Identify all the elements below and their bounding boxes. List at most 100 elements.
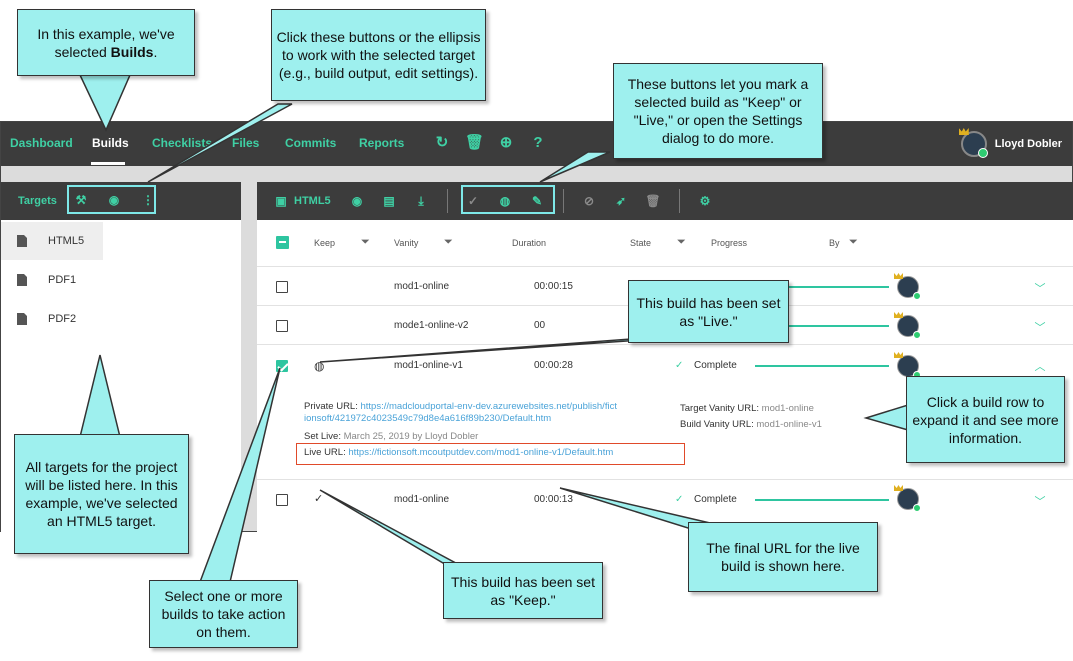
row-duration: 00:00:15 xyxy=(534,281,573,292)
target-item-pdf1[interactable]: PDF1 xyxy=(1,261,241,299)
rocket-icon[interactable]: ➶ xyxy=(613,193,629,209)
target-item-pdf2[interactable]: PDF2 xyxy=(1,300,241,338)
select-all-checkbox[interactable] xyxy=(276,236,289,249)
progress-bar xyxy=(755,365,889,367)
nav-checklists[interactable]: Checklists xyxy=(152,136,212,150)
filter-icon[interactable]: ⏷ xyxy=(444,236,457,248)
row-duration: 00:00:13 xyxy=(534,494,573,505)
col-by: By xyxy=(829,238,840,248)
private-url-link[interactable]: ionsoft/421972c4023549c79d8e4a616f89b230… xyxy=(304,413,551,424)
nav-files[interactable]: Files xyxy=(232,136,259,150)
callout-expand-row: Click a build row to expand it and see m… xyxy=(906,376,1065,463)
check-icon[interactable]: ✓ xyxy=(465,193,481,209)
callout-text: In this example, we've xyxy=(37,25,175,42)
filter-icon[interactable]: ⏷ xyxy=(677,236,690,248)
toolbar-divider xyxy=(563,189,564,213)
user-name: Lloyd Dobler xyxy=(994,138,1062,150)
private-url-link[interactable]: https://madcloudportal-env-dev.azurewebs… xyxy=(361,401,617,412)
avatar xyxy=(894,352,921,379)
callout-text: The final URL for the live build is show… xyxy=(706,540,860,574)
globe-icon[interactable]: ◍ xyxy=(497,193,513,209)
settings-icon[interactable]: ⚙ xyxy=(697,193,713,209)
nav-active-indicator xyxy=(91,162,125,165)
targets-title: Targets xyxy=(18,195,57,207)
set-live-value: March 25, 2019 by Lloyd Dobler xyxy=(343,431,479,442)
callout-text: Select one or more builds to take action… xyxy=(161,588,286,640)
row-checkbox[interactable] xyxy=(276,281,288,293)
target-name: PDF2 xyxy=(48,313,77,325)
trash-icon[interactable]: 🗑 xyxy=(465,134,484,152)
avatar xyxy=(894,273,921,300)
download-icon[interactable]: ⤓ xyxy=(413,193,429,209)
callout-text: Click these buttons or the ellipsis to w… xyxy=(276,29,481,81)
chevron-down-icon[interactable]: ﹀ xyxy=(1033,280,1047,295)
check-icon: ✓ xyxy=(314,493,324,505)
toolbar-divider xyxy=(447,189,448,213)
row-state: Complete xyxy=(694,494,737,505)
builds-toolbar: ▣ HTML5 ◉ ▤ ⤓ ✓ ◍ ✎ ⊘ ➶ 🗑 ⚙ xyxy=(257,182,1073,220)
live-url-highlight xyxy=(296,443,685,465)
eye-icon[interactable]: ◉ xyxy=(107,193,121,207)
callout-keep-live-buttons: These buttons let you mark a selected bu… xyxy=(613,63,823,159)
chevron-down-icon[interactable]: ﹀ xyxy=(1033,493,1047,508)
toolbar-divider xyxy=(679,189,680,213)
col-duration: Duration xyxy=(512,238,547,248)
callout-live-set: This build has been set as "Live." xyxy=(628,280,789,343)
nav-commits[interactable]: Commits xyxy=(285,136,336,150)
row-state: Complete xyxy=(694,360,737,371)
progress-bar xyxy=(755,499,889,501)
cancel-icon[interactable]: ⊘ xyxy=(581,193,597,209)
col-state: State xyxy=(630,238,652,248)
pencil-icon[interactable]: ✎ xyxy=(529,193,545,209)
pdf-icon xyxy=(17,313,27,325)
build-icon[interactable]: ⚒ xyxy=(74,193,88,207)
filter-icon[interactable]: ⏷ xyxy=(361,236,374,248)
callout-builds-selected: In this example, we've selected Builds. xyxy=(17,9,195,76)
target-name: HTML5 xyxy=(48,235,85,247)
filter-icon[interactable]: ⏷ xyxy=(849,236,862,248)
chevron-down-icon[interactable]: ﹀ xyxy=(1033,319,1047,334)
row-checkbox[interactable] xyxy=(276,320,288,332)
private-url-label: Private URL: xyxy=(304,401,358,412)
user-menu[interactable]: Lloyd Dobler xyxy=(958,128,1062,158)
chevron-up-icon[interactable]: ︿ xyxy=(1033,358,1047,373)
callout-select-builds: Select one or more builds to take action… xyxy=(149,580,298,648)
table-row[interactable]: ✓ mod1-online 00:00:13 ✓ Complete ﹀ xyxy=(257,479,1073,518)
build-details-right: Target Vanity URL: mod1-online Build Van… xyxy=(680,401,822,433)
html5-icon: ▣ xyxy=(275,194,287,208)
trash-icon[interactable]: 🗑 xyxy=(645,193,661,209)
callout-final-url: The final URL for the live build is show… xyxy=(688,522,878,592)
avatar xyxy=(958,128,988,158)
help-icon[interactable]: ? xyxy=(529,134,547,152)
row-vanity: mod1-online xyxy=(394,281,450,292)
nav-reports[interactable]: Reports xyxy=(359,136,404,150)
builds-panel: ▣ HTML5 ◉ ▤ ⤓ ✓ ◍ ✎ ⊘ ➶ 🗑 ⚙ Keep ⏷ Vanit… xyxy=(257,182,1073,532)
target-vanity-label: Target Vanity URL: xyxy=(680,403,760,414)
col-keep: Keep xyxy=(314,238,336,248)
ellipsis-icon[interactable]: ⋮ xyxy=(141,193,155,207)
callout-keep-set: This build has been set as "Keep." xyxy=(443,562,603,619)
check-icon: ✓ xyxy=(675,360,684,371)
row-checkbox[interactable] xyxy=(276,494,288,506)
clipboard-icon[interactable]: ▤ xyxy=(381,193,397,209)
check-icon: ✓ xyxy=(675,494,684,505)
target-tools-highlight: ⚒ ◉ ⋮ xyxy=(67,185,156,214)
callout-text: selected xyxy=(54,43,111,60)
callout-bold: Builds xyxy=(110,43,154,60)
nav-builds[interactable]: Builds xyxy=(92,136,129,150)
callout-target-buttons: Click these buttons or the ellipsis to w… xyxy=(271,9,486,101)
callout-text: . xyxy=(153,43,158,60)
nav-dashboard[interactable]: Dashboard xyxy=(10,136,73,150)
row-vanity: mod1-online xyxy=(394,494,450,505)
targets-header: Targets ⚒ ◉ ⋮ xyxy=(1,182,241,220)
avatar xyxy=(894,312,921,339)
target-name: PDF1 xyxy=(48,274,77,286)
avatar xyxy=(894,485,921,512)
eye-icon[interactable]: ◉ xyxy=(349,193,365,209)
refresh-icon[interactable]: ↻ xyxy=(433,134,451,152)
target-vanity-value: mod1-online xyxy=(761,403,814,414)
builds-target-title: HTML5 xyxy=(294,195,331,207)
search-zoom-icon[interactable]: ⊕ xyxy=(497,134,515,152)
target-item-html5[interactable]: HTML5 xyxy=(1,222,103,260)
row-checkbox[interactable] xyxy=(276,360,288,372)
